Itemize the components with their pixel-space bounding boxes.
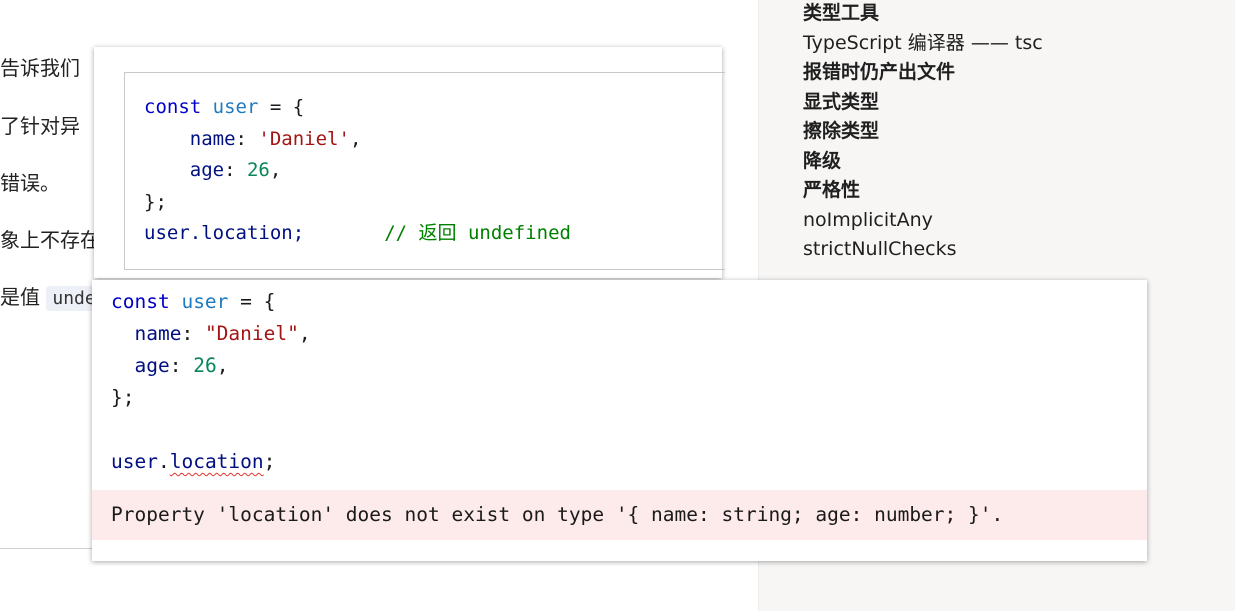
code-dot: .	[157, 450, 170, 473]
code-access: user.location;	[144, 222, 305, 244]
toc-item-erased-types[interactable]: 擦除类型	[803, 117, 1043, 147]
code-keyword: const	[144, 96, 202, 118]
toc-item-no-implicit-any[interactable]: noImplicitAny	[803, 206, 1043, 236]
error-message: Property 'location' does not exist on ty…	[92, 490, 1147, 540]
article-line-5-text: 是值	[0, 285, 40, 309]
toc-item-explicit-types[interactable]: 显式类型	[803, 88, 1043, 118]
toc-item-downleveling[interactable]: 降级	[803, 147, 1043, 177]
code-comment: // 返回 undefined	[384, 222, 571, 244]
article-line-2: 了针对异	[0, 114, 80, 138]
toc-item-type-tools[interactable]: 类型工具	[803, 0, 1043, 29]
code-close: };	[111, 386, 135, 409]
code-string: "Daniel"	[204, 322, 299, 345]
toc-item-emit-on-error[interactable]: 报错时仍产出文件	[803, 58, 1043, 88]
js-code-popup: const user = { name: 'Daniel', age: 26, …	[94, 47, 725, 278]
code-gap	[304, 222, 384, 244]
code-comma: ,	[216, 354, 229, 377]
code-semicolon: ;	[263, 450, 276, 473]
code-object: user	[111, 450, 158, 473]
code-key-age: age	[189, 159, 225, 181]
article-line-3: 错误。	[0, 171, 60, 195]
code-comma: ,	[269, 159, 282, 181]
js-code: const user = { name: 'Daniel', age: 26, …	[144, 92, 571, 250]
code-colon: :	[169, 354, 194, 377]
code-comma: ,	[349, 127, 362, 150]
code-comma: ,	[298, 322, 311, 345]
code-colon: :	[181, 322, 205, 345]
js-code-block: const user = { name: 'Daniel', age: 26, …	[124, 72, 725, 270]
code-keyword: const	[111, 290, 170, 313]
code-variable: user	[212, 96, 259, 118]
article-line-1: 告诉我们	[0, 56, 80, 80]
code-number: 26	[193, 354, 217, 377]
article-line-5: 是值 unde	[0, 284, 102, 312]
code-number: 26	[246, 159, 270, 181]
code-punct: = {	[258, 96, 305, 118]
ts-code-popup: const user = { name: "Daniel", age: 26, …	[92, 280, 1147, 561]
code-colon: :	[224, 159, 247, 181]
code-colon: :	[235, 127, 259, 150]
toc-item-strictness[interactable]: 严格性	[803, 176, 1043, 206]
code-key-name: name	[134, 322, 182, 345]
code-key-name: name	[189, 127, 236, 150]
code-punct: = {	[228, 290, 276, 313]
article-line-4: 象上不存在	[0, 228, 100, 252]
toc-list: 类型工具 TypeScript 编译器 —— tsc 报错时仍产出文件 显式类型…	[803, 0, 1043, 265]
ts-code: const user = { name: "Daniel", age: 26, …	[111, 286, 311, 478]
code-key-age: age	[134, 354, 170, 377]
toc-item-tsc[interactable]: TypeScript 编译器 —— tsc	[803, 29, 1043, 59]
code-string: 'Daniel'	[258, 127, 350, 150]
code-variable: user	[181, 290, 229, 313]
toc-item-strict-null-checks[interactable]: strictNullChecks	[803, 235, 1043, 265]
code-error-property[interactable]: location	[170, 450, 264, 473]
code-close: };	[144, 190, 167, 213]
